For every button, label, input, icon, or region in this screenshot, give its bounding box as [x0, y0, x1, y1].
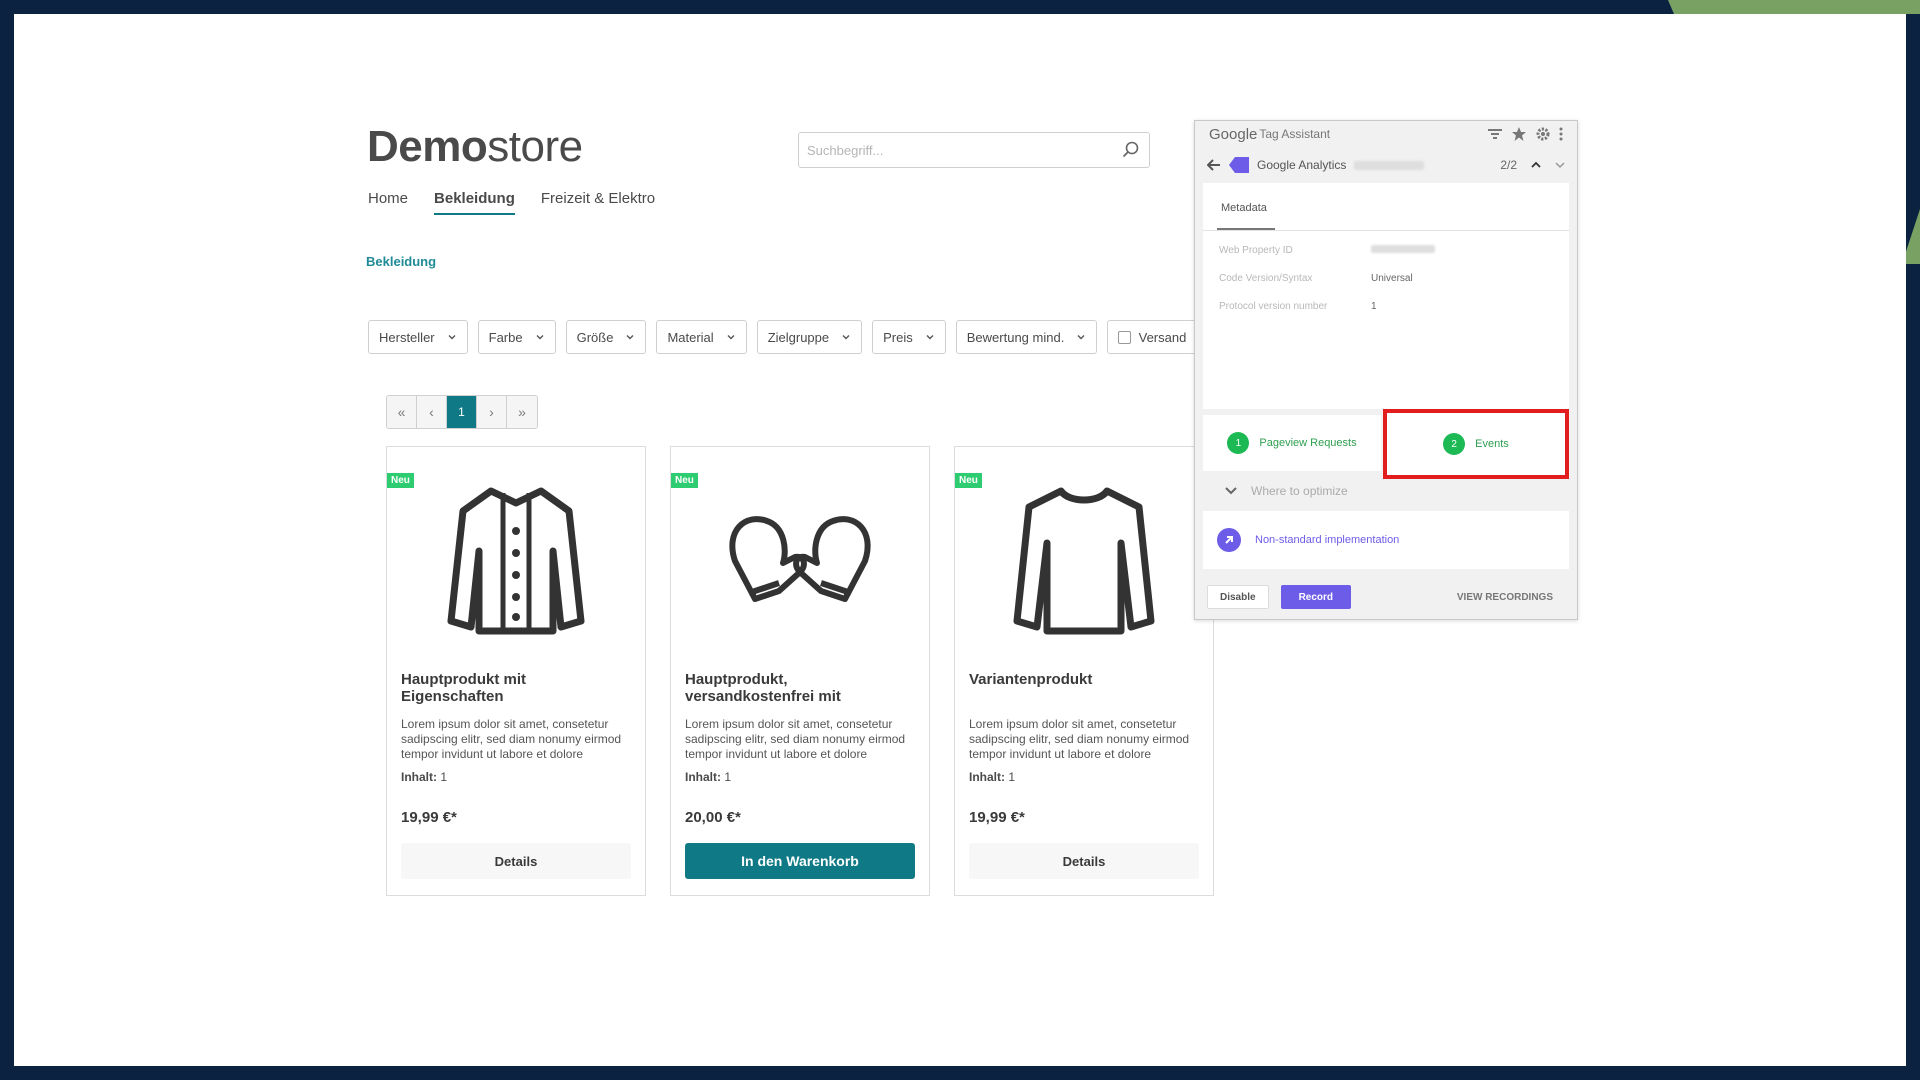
star-icon[interactable]: [1511, 126, 1527, 142]
nav-item-freizeit-elektro[interactable]: Freizeit & Elektro: [541, 190, 655, 215]
hit-stats: 1 Pageview Requests 2 Events: [1203, 409, 1569, 479]
tag-assistant-subheader: Google Analytics 2/2: [1195, 147, 1577, 183]
metadata-row: Protocol version number 1: [1219, 301, 1377, 312]
filter-groesse[interactable]: Größe: [565, 320, 647, 354]
filter-zielgruppe[interactable]: Zielgruppe: [756, 320, 863, 354]
filter-bewertung[interactable]: Bewertung mind.: [955, 320, 1098, 354]
product-description: Lorem ipsum dolor sit amet, consetetur s…: [685, 717, 906, 761]
chevron-down-icon: [448, 335, 456, 340]
sweater-icon: [1013, 487, 1155, 635]
product-content: Inhalt: 1: [401, 770, 448, 784]
product-image[interactable]: [401, 447, 631, 657]
details-button[interactable]: Details: [969, 843, 1199, 879]
pagination-current-page[interactable]: 1: [447, 396, 477, 428]
tag-icon: [1229, 157, 1249, 173]
product-price: 20,00 €*: [685, 809, 741, 826]
chevron-down-icon[interactable]: [1555, 161, 1565, 169]
search-input[interactable]: [807, 142, 1121, 158]
tag-assistant-header: Google Tag Assistant: [1195, 121, 1577, 147]
new-badge: Neu: [955, 473, 982, 488]
product-image[interactable]: [685, 447, 915, 657]
pagination-prev[interactable]: ‹: [417, 396, 447, 428]
pagination-next[interactable]: ›: [477, 396, 507, 428]
main-navigation: Home Bekleidung Freizeit & Elektro: [368, 190, 655, 215]
chevron-down-icon: [1225, 487, 1237, 495]
events-tab-highlighted[interactable]: 2 Events: [1383, 409, 1569, 479]
product-description: Lorem ipsum dolor sit amet, consetetur s…: [401, 717, 622, 761]
disable-button[interactable]: Disable: [1207, 585, 1269, 609]
chevron-up-icon[interactable]: [1531, 161, 1541, 169]
pageview-count-badge: 1: [1227, 432, 1250, 454]
metadata-table: Web Property ID Code Version/Syntax Unive…: [1203, 231, 1569, 343]
more-vertical-icon[interactable]: [1559, 127, 1563, 141]
add-to-cart-button[interactable]: In den Warenkorb: [685, 843, 915, 879]
product-price: 19,99 €*: [401, 809, 457, 826]
product-content: Inhalt: 1: [969, 770, 1016, 784]
where-to-optimize-toggle[interactable]: Where to optimize: [1195, 471, 1577, 511]
details-button[interactable]: Details: [401, 843, 631, 879]
product-card[interactable]: Neu Hauptprodukt, versandkostenfrei mit …: [670, 446, 930, 896]
product-card[interactable]: Neu Variantenprodukt Lorem ipsum dolor s…: [954, 446, 1214, 896]
chevron-down-icon: [1077, 335, 1085, 340]
redacted-tag-id: [1354, 160, 1425, 170]
store-logo[interactable]: Demostore: [367, 122, 583, 172]
back-arrow-icon[interactable]: [1207, 159, 1221, 171]
corner-decoration-right: [1906, 209, 1920, 264]
filter-material[interactable]: Material: [656, 320, 747, 354]
new-badge: Neu: [387, 473, 414, 488]
product-name[interactable]: Variantenprodukt: [969, 671, 1199, 711]
mittens-icon: [729, 516, 871, 602]
new-badge: Neu: [671, 473, 698, 488]
product-content: Inhalt: 1: [685, 770, 732, 784]
tag-assistant-title: Tag Assistant: [1259, 127, 1331, 141]
breadcrumb[interactable]: Bekleidung: [366, 254, 436, 269]
view-recordings-button[interactable]: VIEW RECORDINGS: [1445, 585, 1565, 609]
product-list: Neu Hauptprodukt mit Eigenschaften Lorem…: [386, 446, 1214, 896]
google-logo: Google: [1209, 125, 1258, 143]
filter-preis[interactable]: Preis: [872, 320, 946, 354]
non-standard-implementation-item[interactable]: Non-standard implementation: [1203, 511, 1569, 569]
tag-assistant-panel: Google Tag Assistant Google Analytics 2/…: [1194, 120, 1578, 620]
jacket-icon: [447, 487, 585, 635]
screenshot-stage: Demostore Home Bekleidung Freizeit & Ele…: [14, 14, 1906, 1066]
checkbox[interactable]: [1118, 330, 1131, 344]
filter-farbe[interactable]: Farbe: [477, 320, 556, 354]
tag-counter: 2/2: [1500, 158, 1517, 172]
filter-hersteller[interactable]: Hersteller: [368, 320, 468, 354]
chevron-down-icon: [842, 335, 850, 340]
nav-item-bekleidung[interactable]: Bekleidung: [434, 190, 515, 215]
pagination: « ‹ 1 › »: [386, 395, 538, 429]
search-icon[interactable]: [1121, 140, 1141, 160]
metadata-card: Metadata Web Property ID Code Version/Sy…: [1203, 183, 1569, 409]
pageview-requests-tab[interactable]: 1 Pageview Requests: [1203, 415, 1381, 471]
corner-decoration-top: [1668, 0, 1920, 14]
product-name[interactable]: Hauptprodukt, versandkostenfrei mit: [685, 671, 915, 711]
tag-name: Google Analytics: [1257, 158, 1347, 172]
tab-metadata[interactable]: Metadata: [1217, 202, 1275, 230]
metadata-row: Web Property ID: [1219, 245, 1553, 256]
events-count-badge: 2: [1443, 433, 1466, 455]
chevron-down-icon: [536, 335, 544, 340]
search-bar: [798, 132, 1150, 168]
nav-item-home[interactable]: Home: [368, 190, 408, 215]
product-name[interactable]: Hauptprodukt mit Eigenschaften: [401, 671, 631, 711]
product-description: Lorem ipsum dolor sit amet, consetetur s…: [969, 717, 1190, 761]
chevron-down-icon: [926, 335, 934, 340]
metadata-row: Code Version/Syntax Universal: [1219, 273, 1413, 284]
redacted-property-id: [1371, 245, 1435, 253]
filter-icon[interactable]: [1487, 127, 1503, 141]
gear-icon[interactable]: [1535, 126, 1551, 142]
product-price: 19,99 €*: [969, 809, 1025, 826]
product-image[interactable]: [969, 447, 1199, 657]
chevron-down-icon: [626, 335, 634, 340]
product-card[interactable]: Neu Hauptprodukt mit Eigenschaften Lorem…: [386, 446, 646, 896]
pagination-last[interactable]: »: [507, 396, 537, 428]
pagination-first[interactable]: «: [387, 396, 417, 428]
filter-versand-checkbox[interactable]: Versand: [1107, 320, 1198, 354]
tag-assistant-footer: Disable Record VIEW RECORDINGS: [1195, 575, 1577, 619]
warning-arrow-icon: [1217, 528, 1241, 552]
filter-bar: Hersteller Farbe Größe Material Zielgrup…: [368, 320, 1198, 354]
chevron-down-icon: [727, 335, 735, 340]
record-button[interactable]: Record: [1280, 585, 1352, 609]
